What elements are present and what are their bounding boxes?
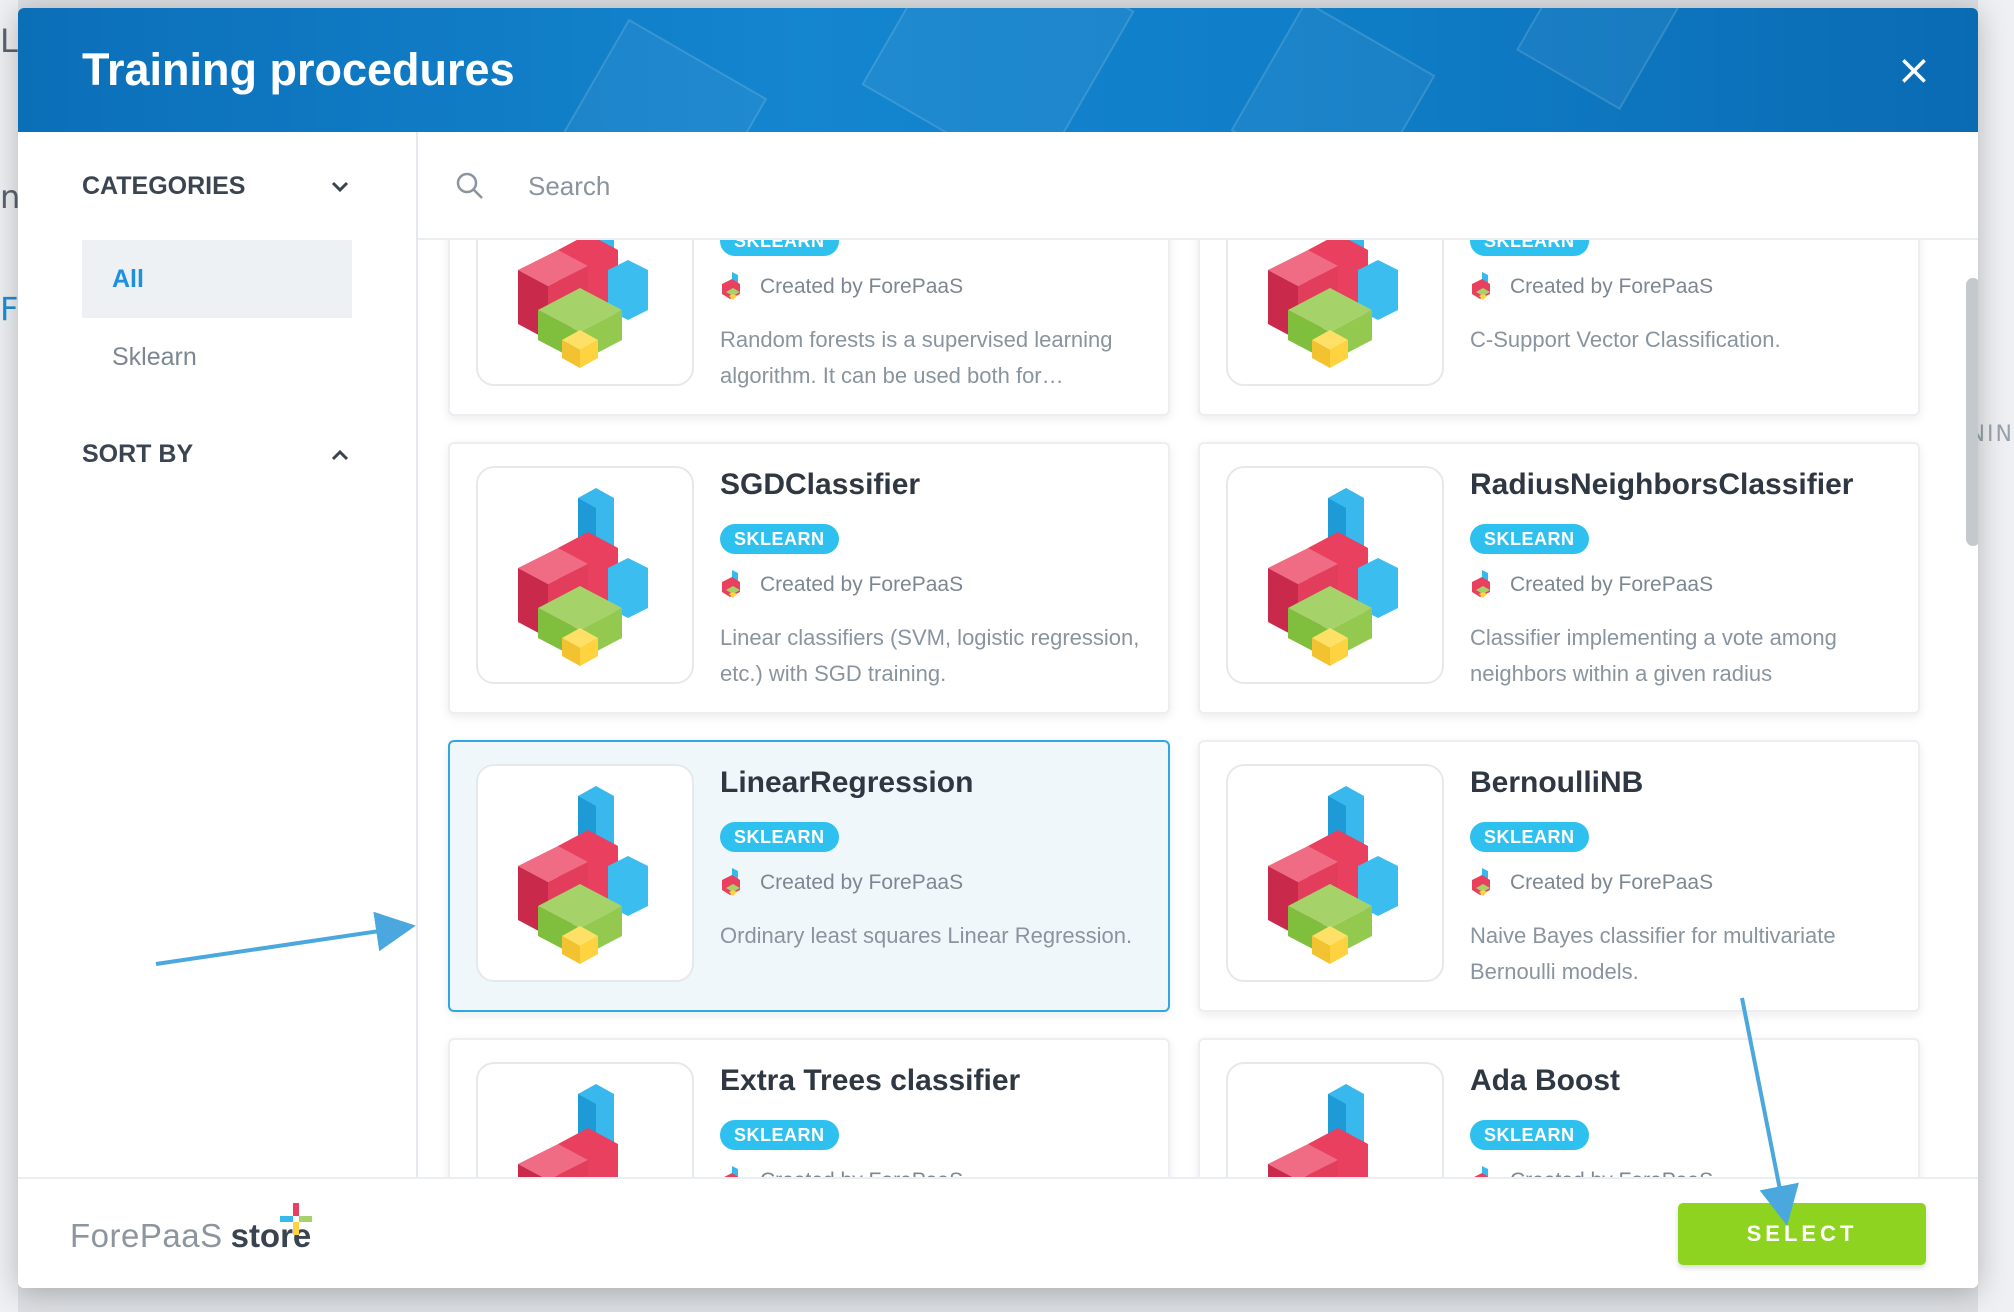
creator-text: Created by ForePaaS (760, 871, 964, 894)
creator-text: Created by ForePaaS (760, 275, 964, 298)
store-plus-icon (280, 1203, 312, 1235)
creator-text: Created by ForePaaS (760, 573, 964, 596)
forepaas-mini-logo-icon (1472, 868, 1490, 896)
cubes-icon (1268, 240, 1398, 368)
procedure-description: Naive Bayes classifier for multivariate … (1470, 923, 1836, 984)
procedure-description: Linear classifiers (SVM, logistic regres… (720, 625, 1140, 686)
procedure-thumbnail (476, 240, 694, 386)
creator-text: Created by ForePaaS (760, 1169, 963, 1177)
creator-text: Created by ForePaaS (1510, 871, 1714, 894)
procedure-title: RadiusNeighborsClassifier (1470, 468, 1854, 501)
creator-line: Created by ForePaaS (720, 868, 963, 898)
procedure-thumbnail (1226, 1062, 1444, 1177)
modal-header: Training procedures × (18, 8, 1978, 132)
procedure-thumbnail (476, 466, 694, 684)
cubes-icon (1268, 488, 1398, 666)
cubes-icon (518, 240, 648, 368)
background-app-right (1978, 0, 2014, 1312)
search-bar (418, 132, 1978, 240)
forepaas-mini-logo-icon (1472, 570, 1490, 598)
procedure-card[interactable]: Ada Boost SKLEARN Created by ForePaaS (1198, 1038, 1920, 1177)
modal-footer: ForePaaS store SELECT (18, 1177, 1978, 1288)
categories-toggle[interactable]: CATEGORIES (82, 172, 352, 201)
creator-line: Created by ForePaaS (720, 570, 963, 600)
sort-by-toggle[interactable]: SORT BY (82, 440, 352, 469)
sort-by-label: SORT BY (82, 440, 194, 468)
cubes-icon (518, 488, 648, 666)
procedure-description: Random forests is a supervised learning … (720, 327, 1113, 388)
procedure-card[interactable]: RadiusNeighborsClassifier SKLEARN Create… (1198, 442, 1920, 714)
procedure-description: Ordinary least squares Linear Regression… (720, 923, 1133, 948)
close-icon[interactable]: × (1894, 49, 1934, 91)
tag-badge: SKLEARN (720, 524, 839, 554)
procedure-description: C-Support Vector Classification. (1470, 327, 1781, 352)
category-item-sklearn[interactable]: Sklearn (82, 318, 352, 396)
category-label: Sklearn (112, 342, 197, 371)
tag-badge: SKLEARN (720, 822, 839, 852)
tag-badge: SKLEARN (1470, 822, 1589, 852)
procedure-thumbnail (1226, 466, 1444, 684)
procedure-card[interactable]: Extra Trees classifier SKLEARN Created b… (448, 1038, 1170, 1177)
tag-badge: SKLEARN (1470, 240, 1589, 256)
search-icon (456, 172, 483, 199)
forepaas-mini-logo-icon (724, 1166, 739, 1177)
training-procedures-modal: Training procedures × CATEGORIES All Skl… (18, 8, 1978, 1288)
procedure-title: BernoulliNB (1470, 766, 1644, 799)
procedure-card-selected[interactable]: LinearRegression SKLEARN Created by Fore… (448, 740, 1170, 1012)
forepaas-mini-logo-icon (722, 570, 740, 598)
scrollbar[interactable] (1966, 278, 1978, 546)
procedure-thumbnail (476, 764, 694, 982)
select-button[interactable]: SELECT (1678, 1203, 1926, 1265)
tag-badge: SKLEARN (1470, 1120, 1589, 1150)
procedure-title: Ada Boost (1470, 1064, 1620, 1097)
procedure-card[interactable]: SGDClassifier SKLEARN Created by ForePaa… (448, 442, 1170, 714)
tag-badge: SKLEARN (1470, 524, 1589, 554)
brand-name: ForePaaS (70, 1217, 223, 1254)
procedure-description: Classifier implementing a vote among nei… (1470, 625, 1837, 686)
filter-sidebar: CATEGORIES All Sklearn SORT BY (18, 132, 418, 1177)
category-label: All (112, 264, 144, 293)
procedure-thumbnail (1226, 240, 1444, 386)
creator-line: Created by ForePaaS (720, 1166, 963, 1177)
creator-line: Created by ForePaaS (1470, 1166, 1713, 1177)
creator-line: Created by ForePaaS (1470, 570, 1713, 600)
forepaas-mini-logo-icon (1472, 272, 1490, 300)
creator-line: Created by ForePaaS (1470, 272, 1713, 302)
creator-line: Created by ForePaaS (1470, 868, 1713, 898)
creator-line: Created by ForePaaS (720, 272, 963, 302)
creator-text: Created by ForePaaS (1510, 1169, 1713, 1177)
procedure-thumbnail (476, 1062, 694, 1177)
procedure-card[interactable]: SKLEARN Created by ForePaaS Random fores… (448, 240, 1170, 416)
search-input[interactable] (528, 162, 1828, 210)
cubes-icon (518, 786, 648, 964)
cubes-icon (1268, 786, 1398, 964)
background-app-left: Le ne FI (0, 0, 40, 1312)
chevron-up-icon (328, 443, 352, 467)
chevron-down-icon (328, 175, 352, 199)
procedure-title: SGDClassifier (720, 468, 921, 501)
procedures-grid: SKLEARN Created by ForePaaS Random fores… (418, 240, 1978, 1177)
forepaas-mini-logo-icon (722, 868, 740, 896)
categories-label: CATEGORIES (82, 172, 246, 200)
procedure-title: Extra Trees classifier (720, 1064, 1021, 1097)
procedure-title: LinearRegression (720, 766, 974, 799)
category-item-all[interactable]: All (82, 240, 352, 318)
forepaas-mini-logo-icon (1474, 1166, 1489, 1177)
cubes-icon (1268, 1084, 1368, 1177)
procedure-thumbnail (1226, 764, 1444, 982)
cubes-icon (518, 1084, 618, 1177)
creator-text: Created by ForePaaS (1510, 573, 1714, 596)
tag-badge: SKLEARN (720, 1120, 839, 1150)
forepaas-store-logo: ForePaaS store (70, 1217, 311, 1255)
forepaas-mini-logo-icon (722, 272, 740, 300)
creator-text: Created by ForePaaS (1510, 275, 1714, 298)
procedure-card[interactable]: SKLEARN Created by ForePaaS C-Support Ve… (1198, 240, 1920, 416)
procedure-card[interactable]: BernoulliNB SKLEARN Created by ForePaaS … (1198, 740, 1920, 1012)
tag-badge: SKLEARN (720, 240, 839, 256)
modal-title: Training procedures (82, 44, 515, 95)
